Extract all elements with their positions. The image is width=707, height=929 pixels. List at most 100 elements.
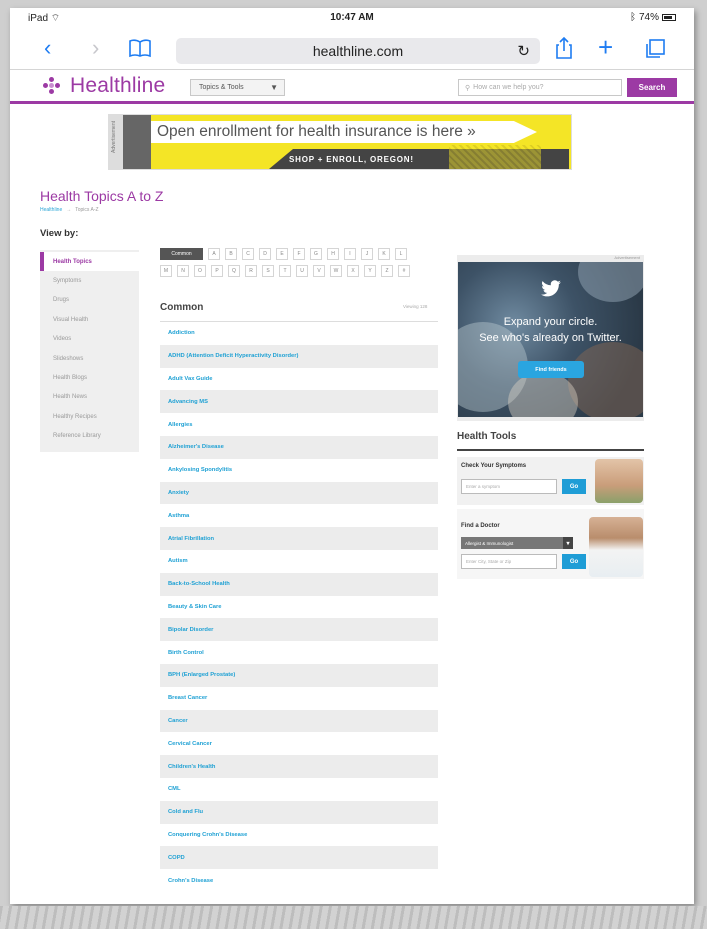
letter-filter-l[interactable]: L	[395, 248, 407, 260]
search-button[interactable]: Search	[627, 78, 677, 97]
letter-filter-v[interactable]: V	[313, 265, 325, 277]
healthline-logo-icon[interactable]	[43, 77, 61, 95]
site-search-input[interactable]: ⚲ How can we help you?	[458, 79, 622, 96]
twitter-bird-icon	[541, 280, 561, 297]
tabs-icon[interactable]	[644, 38, 666, 65]
ad-tag: Advertisement	[109, 115, 123, 169]
letter-filter-s[interactable]: S	[262, 265, 274, 277]
page-title: Health Topics A to Z	[40, 188, 164, 204]
letter-filter-h[interactable]: H	[327, 248, 339, 260]
letter-filter-r[interactable]: R	[245, 265, 257, 277]
page-bottom-edge	[0, 906, 707, 929]
symptom-person-photo	[595, 459, 643, 503]
topic-link[interactable]: COPD	[160, 846, 438, 870]
letter-filter-k[interactable]: K	[378, 248, 390, 260]
nav-visual-health[interactable]: Visual Health	[40, 310, 139, 329]
insurance-banner-ad[interactable]: Advertisement Open enrollment for health…	[108, 114, 572, 170]
topic-link[interactable]: Children's Health	[160, 755, 438, 778]
ad-label: Advertisement	[614, 255, 640, 260]
new-tab-icon[interactable]: +	[598, 34, 613, 60]
letter-filter-d[interactable]: D	[259, 248, 271, 260]
symptom-go-button[interactable]: Go	[562, 479, 586, 494]
topic-link[interactable]: Conquering Crohn's Disease	[160, 824, 438, 847]
letter-filter-u[interactable]: U	[296, 265, 308, 277]
share-icon[interactable]	[554, 36, 574, 65]
letter-filter-hash[interactable]: #	[398, 265, 410, 277]
breadcrumb-home-link[interactable]: Healthline	[40, 207, 62, 213]
topic-link[interactable]: Back-to-School Health	[160, 572, 438, 596]
topic-link[interactable]: Advancing MS	[160, 390, 438, 414]
doctor-go-button[interactable]: Go	[562, 554, 586, 569]
reload-icon[interactable]: ↻	[517, 42, 530, 60]
letter-filter-f[interactable]: F	[293, 248, 305, 260]
letter-filter-o[interactable]: O	[194, 265, 206, 277]
letter-filter-a[interactable]: A	[208, 248, 220, 260]
nav-drugs[interactable]: Drugs	[40, 291, 139, 310]
letter-filter-j[interactable]: J	[361, 248, 373, 260]
nav-health-topics[interactable]: Health Topics	[40, 252, 139, 272]
letter-filter-n[interactable]: N	[177, 265, 189, 277]
letter-filter-common[interactable]: Common	[160, 248, 203, 260]
nav-slideshows[interactable]: Slideshows	[40, 349, 139, 368]
topics-tools-dropdown[interactable]: Topics & Tools ▼	[190, 79, 285, 96]
find-doctor-title: Find a Doctor	[461, 523, 500, 529]
letter-filter-b[interactable]: B	[225, 248, 237, 260]
letter-filter-t[interactable]: T	[279, 265, 291, 277]
topic-link[interactable]: Crohn's Disease	[160, 869, 438, 892]
find-friends-button[interactable]: Find friends	[518, 361, 584, 378]
nav-healthy-recipes[interactable]: Healthy Recipes	[40, 407, 139, 426]
topic-link[interactable]: Atrial Fibrillation	[160, 527, 438, 550]
letter-filter-w[interactable]: W	[330, 265, 342, 277]
topic-link[interactable]: CML	[160, 778, 438, 801]
topic-link[interactable]: Breast Cancer	[160, 687, 438, 710]
topic-list: Addiction ADHD (Attention Deficit Hyperac…	[160, 321, 438, 892]
address-bar[interactable]: healthline.com ↻	[176, 38, 540, 64]
topic-link[interactable]: Anxiety	[160, 481, 438, 505]
bluetooth-icon: ᛒ	[629, 12, 636, 23]
status-bar: iPad ⌔ 10:47 AM ᛒ 74%	[10, 8, 694, 28]
topic-link[interactable]: Addiction	[160, 322, 438, 345]
bookmarks-icon[interactable]	[128, 38, 152, 63]
nav-videos[interactable]: Videos	[40, 330, 139, 349]
nav-health-news[interactable]: Health News	[40, 388, 139, 407]
nav-symptoms[interactable]: Symptoms	[40, 271, 139, 290]
breadcrumb-current: Topics A-Z	[75, 207, 99, 213]
letter-filter-p[interactable]: P	[211, 265, 223, 277]
letter-filter-c[interactable]: C	[242, 248, 254, 260]
topic-link[interactable]: Alzheimer's Disease	[160, 435, 438, 459]
topic-link[interactable]: Bipolar Disorder	[160, 618, 438, 642]
letter-filter-z[interactable]: Z	[381, 265, 393, 277]
letter-filter-i[interactable]: I	[344, 248, 356, 260]
topic-link[interactable]: Cancer	[160, 709, 438, 733]
clock: 10:47 AM	[330, 12, 374, 23]
nav-health-blogs[interactable]: Health Blogs	[40, 368, 139, 387]
nav-reference-library[interactable]: Reference Library	[40, 427, 139, 446]
topics-dropdown-label: Topics & Tools	[199, 84, 244, 91]
location-input[interactable]: Enter City, State or Zip	[461, 554, 557, 569]
topic-link[interactable]: Birth Control	[160, 641, 438, 664]
letter-filter-x[interactable]: X	[347, 265, 359, 277]
letter-filter-q[interactable]: Q	[228, 265, 240, 277]
symptom-input[interactable]: Enter a symptom	[461, 479, 557, 494]
breadcrumb-separator: →	[66, 207, 72, 213]
topic-link[interactable]: Adult Vax Guide	[160, 368, 438, 391]
healthline-logo[interactable]: Healthline	[70, 74, 165, 98]
topic-link[interactable]: Cold and Flu	[160, 800, 438, 824]
topic-link[interactable]: Beauty & Skin Care	[160, 596, 438, 619]
letter-filter-m[interactable]: M	[160, 265, 172, 277]
topic-link[interactable]: ADHD (Attention Deficit Hyperactivity Di…	[160, 344, 438, 368]
letter-filter-e[interactable]: E	[276, 248, 288, 260]
topic-link[interactable]: Autism	[160, 550, 438, 573]
specialty-select[interactable]: Allergist & Immunologist ▾	[461, 537, 573, 549]
topic-link[interactable]: BPH (Enlarged Prostate)	[160, 663, 438, 687]
topic-link[interactable]: Allergies	[160, 413, 438, 436]
topic-link[interactable]: Ankylosing Spondylitis	[160, 459, 438, 482]
topic-link[interactable]: Asthma	[160, 504, 438, 527]
twitter-ad[interactable]: Advertisement Expand your circle. See wh…	[457, 255, 644, 421]
forward-icon[interactable]: ›	[92, 36, 99, 60]
letter-filter-y[interactable]: Y	[364, 265, 376, 277]
specialty-value: Allergist & Immunologist	[465, 540, 514, 546]
topic-link[interactable]: Cervical Cancer	[160, 732, 438, 755]
back-icon[interactable]: ‹	[44, 36, 51, 60]
letter-filter-g[interactable]: G	[310, 248, 322, 260]
